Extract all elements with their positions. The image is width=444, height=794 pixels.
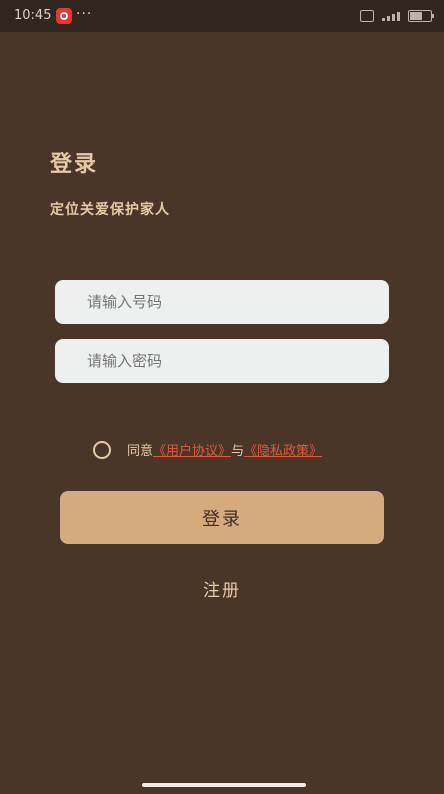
status-bar: 10:45 ··· (0, 0, 444, 32)
phone-input[interactable] (55, 280, 389, 324)
register-link[interactable]: 注册 (0, 576, 444, 601)
sim-card-icon (360, 10, 374, 22)
and-text: 与 (231, 444, 245, 459)
page-title: 登录 (50, 152, 99, 177)
agreement-radio[interactable] (93, 440, 111, 459)
battery-icon (408, 10, 434, 22)
password-input[interactable] (55, 339, 389, 383)
agreement-row: 同意 《用户协议》 与 《隐私政策》 (93, 440, 322, 459)
status-time: 10:45 (14, 8, 52, 23)
agree-text: 同意 (127, 444, 154, 459)
status-icons (360, 10, 434, 22)
notification-app-icon (56, 8, 72, 24)
login-button[interactable]: 登录 (60, 491, 384, 544)
privacy-policy-link[interactable]: 《隐私政策》 (244, 440, 322, 459)
page-subtitle: 定位关爱保护家人 (50, 202, 170, 218)
home-indicator[interactable] (142, 783, 306, 787)
more-notifications-icon: ··· (76, 6, 93, 22)
user-agreement-link[interactable]: 《用户协议》 (153, 440, 231, 459)
signal-icon (382, 11, 400, 21)
battery-level (410, 12, 422, 20)
